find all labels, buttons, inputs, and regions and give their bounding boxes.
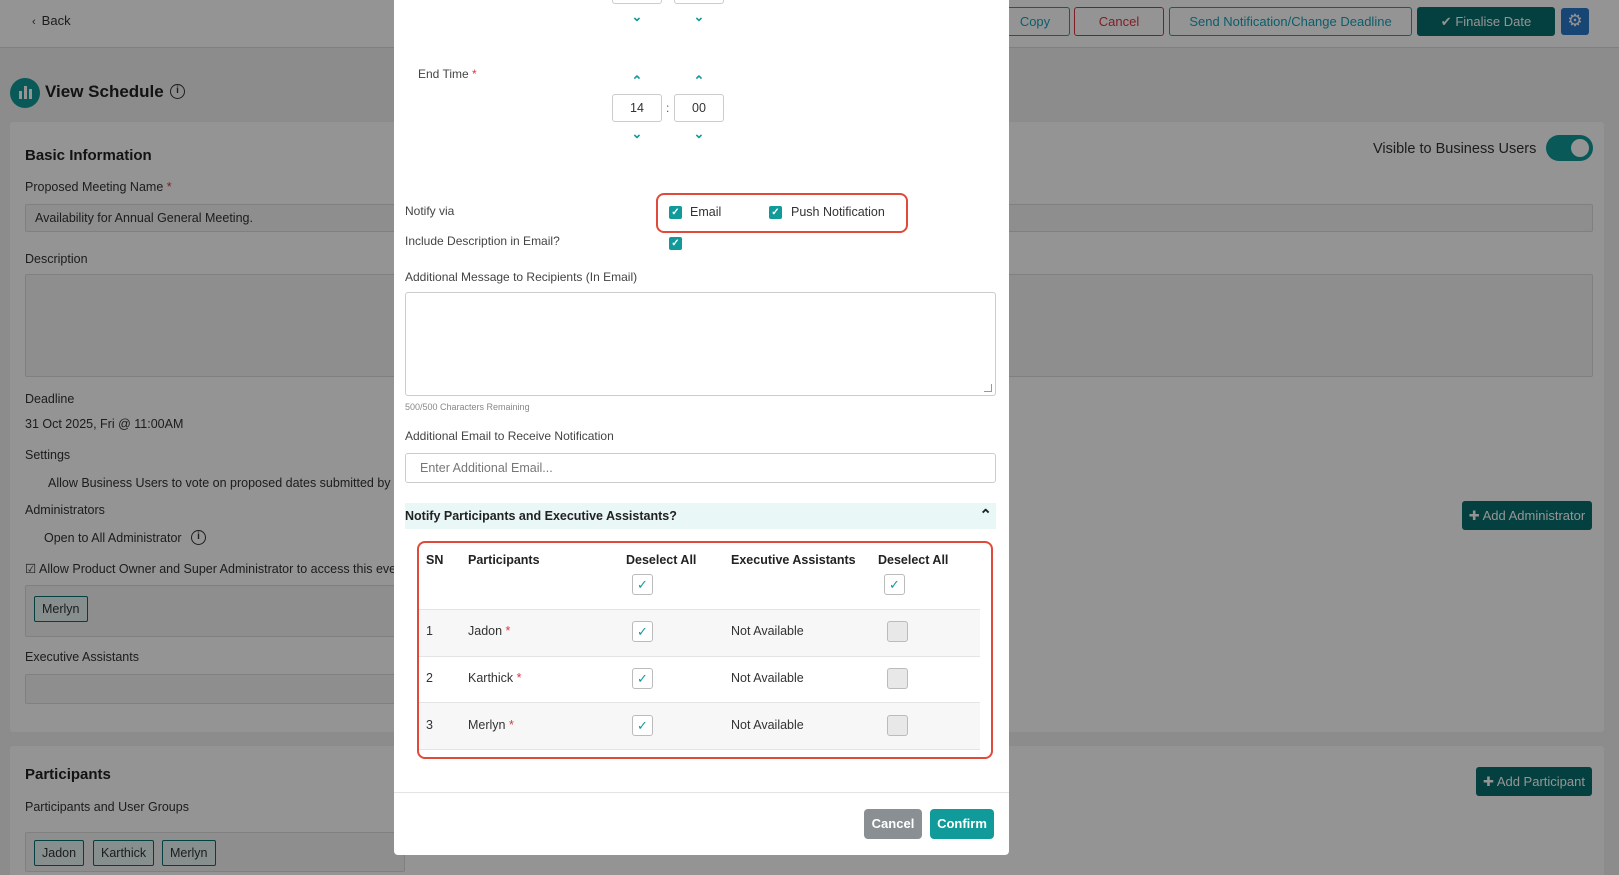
row-sn: 1: [426, 624, 433, 638]
row-exec-assistant: Not Available: [731, 671, 804, 685]
time-colon: :: [666, 101, 670, 115]
notify-via-label: Notify via: [405, 204, 455, 218]
email-option-label: Email: [690, 205, 722, 219]
participant-checkbox[interactable]: ✓: [632, 621, 653, 642]
include-description-checkbox[interactable]: ✓: [669, 237, 682, 250]
chevron-up-icon[interactable]: ⌃: [631, 74, 643, 87]
chevron-up-icon[interactable]: ⌃: [979, 506, 992, 524]
push-notification-checkbox[interactable]: ✓: [769, 206, 782, 219]
resize-handle-icon[interactable]: [984, 384, 992, 392]
deselect-all-ea-checkbox[interactable]: ✓: [884, 574, 905, 595]
modal-confirm-button[interactable]: Confirm: [930, 809, 994, 839]
chevron-down-icon[interactable]: ⌄: [693, 10, 705, 23]
row-exec-assistant: Not Available: [731, 718, 804, 732]
deselect-all-ea-header: Deselect All: [878, 553, 949, 567]
chevron-down-icon[interactable]: ⌄: [693, 127, 705, 140]
participant-checkbox[interactable]: ✓: [632, 715, 653, 736]
modal-cancel-button[interactable]: Cancel: [864, 809, 922, 839]
end-hour-input[interactable]: 14: [612, 94, 662, 122]
row-sn: 2: [426, 671, 433, 685]
notify-participants-heading: Notify Participants and Executive Assist…: [405, 509, 677, 523]
notify-participants-header[interactable]: Notify Participants and Executive Assist…: [405, 503, 996, 529]
deselect-all-participants-header: Deselect All: [626, 553, 697, 567]
exec-assistants-header: Executive Assistants: [731, 553, 856, 567]
row-participant: Karthick *: [468, 671, 522, 685]
deselect-all-participants-checkbox[interactable]: ✓: [632, 574, 653, 595]
start-hour-input[interactable]: [612, 0, 662, 4]
row-divider: [419, 656, 980, 657]
push-notification-label: Push Notification: [791, 205, 885, 219]
ea-checkbox[interactable]: [887, 715, 908, 736]
row-exec-assistant: Not Available: [731, 624, 804, 638]
chevron-down-icon[interactable]: ⌄: [631, 127, 643, 140]
row-participant: Jadon *: [468, 624, 511, 638]
participant-checkbox[interactable]: ✓: [632, 668, 653, 689]
end-time-label: End Time *: [418, 67, 477, 81]
additional-email-label: Additional Email to Receive Notification: [405, 429, 614, 443]
row-sn: 3: [426, 718, 433, 732]
ea-checkbox[interactable]: [887, 621, 908, 642]
row-participant: Merlyn *: [468, 718, 514, 732]
sn-header: SN: [426, 553, 444, 567]
notification-modal: ⌄ ⌄ End Time * ⌃ ⌃ 14 : 00 ⌄ ⌄ Notify vi…: [394, 0, 1009, 855]
ea-checkbox[interactable]: [887, 668, 908, 689]
additional-message-label: Additional Message to Recipients (In Ema…: [405, 270, 638, 284]
chevron-down-icon[interactable]: ⌄: [631, 10, 643, 23]
chevron-up-icon[interactable]: ⌃: [693, 74, 705, 87]
row-divider: [419, 749, 980, 750]
end-minute-input[interactable]: 00: [674, 94, 724, 122]
modal-footer-divider: [394, 792, 1009, 793]
characters-remaining: 500/500 Characters Remaining: [405, 402, 530, 412]
include-description-label: Include Description in Email?: [405, 234, 560, 248]
email-checkbox[interactable]: ✓: [669, 206, 682, 219]
additional-message-textarea[interactable]: [405, 292, 996, 396]
start-minute-input[interactable]: [674, 0, 724, 4]
additional-email-input[interactable]: Enter Additional Email...: [405, 453, 996, 483]
participants-header: Participants: [468, 553, 540, 567]
